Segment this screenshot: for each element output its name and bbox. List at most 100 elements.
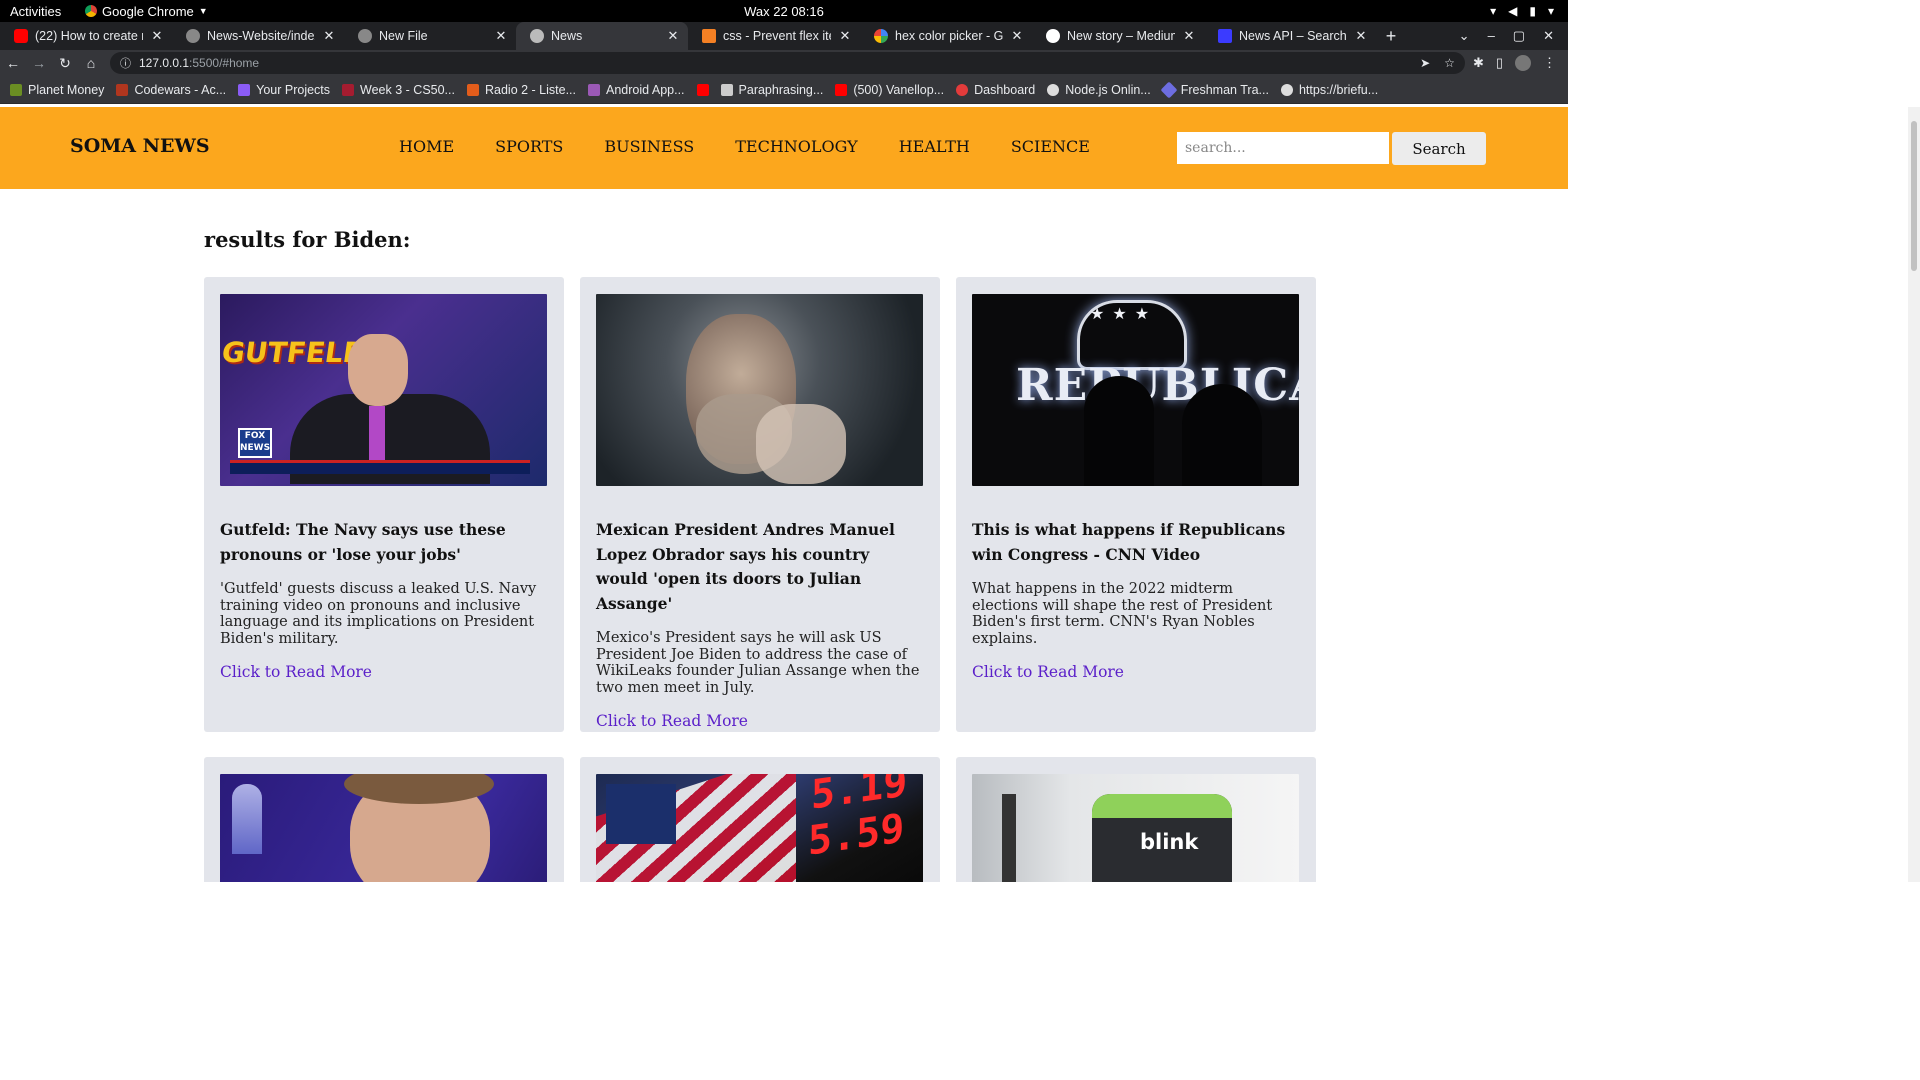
youtube-icon (14, 29, 28, 43)
article-image[interactable] (596, 294, 923, 486)
bookmark-item[interactable]: (500) Vanellop... (835, 83, 944, 97)
tab-title: News API – Search Ne (1239, 29, 1347, 43)
forward-icon[interactable]: → (26, 55, 52, 71)
home-icon[interactable]: ⌂ (78, 55, 104, 71)
bookmark-item[interactable] (696, 83, 709, 96)
avatar[interactable] (1515, 55, 1531, 71)
read-more-link[interactable]: Click to Read More (972, 663, 1124, 681)
tab-title: hex color picker - Goo (895, 29, 1003, 43)
activities-button[interactable]: Activities (0, 4, 85, 19)
article-card: GUTFELD! FOX NEWS Gutfeld: The Navy says… (204, 277, 564, 732)
tab-stackoverflow[interactable]: css - Prevent flex item ✕ (688, 22, 860, 50)
star-icon: ★★★ (1090, 304, 1158, 323)
articles-grid: GUTFELD! FOX NEWS Gutfeld: The Navy says… (204, 277, 1316, 882)
nav-technology[interactable]: TECHNOLOGY (735, 137, 857, 156)
stackoverflow-icon (702, 29, 716, 43)
bookmark-icon (116, 83, 129, 96)
article-card: Mexican President Andres Manuel Lopez Ob… (580, 277, 940, 732)
bookmark-item[interactable]: Android App... (588, 83, 685, 97)
tab-title: (22) How to create ne (35, 29, 143, 43)
globe-icon (1280, 83, 1293, 96)
bookmark-item[interactable]: Planet Money (10, 83, 104, 97)
nav-business[interactable]: BUSINESS (604, 137, 694, 156)
bookmark-item[interactable]: Dashboard (956, 83, 1035, 97)
address-bar[interactable]: ⓘ 127.0.0.1:5500/#home ➤ ☆ (110, 52, 1465, 74)
github-icon (358, 29, 372, 43)
tab-news[interactable]: News ✕ (516, 22, 688, 50)
bookmark-item[interactable]: Your Projects (238, 83, 330, 97)
site-logo[interactable]: SOMA NEWS (70, 135, 210, 157)
close-icon[interactable]: ✕ (666, 28, 680, 44)
article-image[interactable]: blink (972, 774, 1299, 882)
extensions-icon[interactable]: ✱ (1473, 55, 1484, 71)
close-window-icon[interactable]: ✕ (1543, 28, 1554, 44)
menu-icon[interactable]: ⋮ (1543, 55, 1556, 71)
article-title: Gutfeld: The Navy says use these pronoun… (220, 520, 506, 564)
tab-strip: (22) How to create ne ✕ News-Website/ind… (0, 22, 1568, 50)
nav-home[interactable]: HOME (399, 137, 454, 156)
page-scrollbar[interactable] (1908, 107, 1920, 882)
reload-icon[interactable]: ↻ (52, 55, 78, 72)
side-panel-icon[interactable]: ▯ (1496, 55, 1503, 71)
minimize-icon[interactable]: – (1488, 28, 1495, 44)
globe-icon (530, 29, 544, 43)
article-image[interactable]: ★★★ REPUBLICAN (972, 294, 1299, 486)
tab-newsapi[interactable]: News API – Search Ne ✕ (1204, 22, 1376, 50)
article-description: 'Gutfeld' guests discuss a leaked U.S. N… (220, 581, 537, 647)
read-more-link[interactable]: Click to Read More (220, 663, 372, 681)
bookmark-item[interactable]: https://briefu... (1280, 83, 1378, 97)
article-card: ★★★ REPUBLICAN This is what happens if R… (956, 277, 1316, 732)
close-icon[interactable]: ✕ (1010, 28, 1024, 44)
close-icon[interactable]: ✕ (838, 28, 852, 44)
nav-sports[interactable]: SPORTS (495, 137, 563, 156)
system-tray[interactable]: ▾ ◀ ▮ ▾ (1490, 4, 1568, 18)
article-image[interactable]: 5.19 5.59 (596, 774, 923, 882)
search-button[interactable]: Search (1392, 132, 1486, 165)
close-icon[interactable]: ✕ (494, 28, 508, 44)
star-icon[interactable]: ☆ (1444, 56, 1455, 70)
close-icon[interactable]: ✕ (150, 28, 164, 44)
send-icon[interactable]: ➤ (1420, 56, 1430, 70)
nav-health[interactable]: HEALTH (899, 137, 970, 156)
article-card: 5.19 5.59 (580, 757, 940, 882)
tab-google[interactable]: hex color picker - Goo ✕ (860, 22, 1032, 50)
bookmark-item[interactable]: Node.js Onlin... (1047, 83, 1151, 97)
bookmark-icon (588, 83, 600, 96)
battery-icon: ▮ (1529, 4, 1536, 18)
close-icon[interactable]: ✕ (322, 28, 336, 44)
read-more-link[interactable]: Click to Read More (596, 712, 748, 730)
article-description: Mexico's President says he will ask US P… (596, 630, 920, 696)
tab-search-icon[interactable]: ⌄ (1459, 28, 1470, 44)
tab-github-index[interactable]: News-Website/index. ✕ (172, 22, 344, 50)
youtube-icon (696, 83, 709, 96)
tab-youtube[interactable]: (22) How to create ne ✕ (0, 22, 172, 50)
scrollbar-thumb[interactable] (1911, 121, 1917, 271)
new-tab-button[interactable]: + (1376, 26, 1406, 47)
back-icon[interactable]: ← (0, 55, 26, 71)
tab-medium[interactable]: New story – Medium ✕ (1032, 22, 1204, 50)
close-icon[interactable]: ✕ (1354, 28, 1368, 44)
bookmark-icon (10, 83, 22, 96)
app-menu[interactable]: Google Chrome ▼ (85, 4, 208, 19)
nav-science[interactable]: SCIENCE (1011, 137, 1090, 156)
article-image[interactable] (220, 774, 547, 882)
bookmark-item[interactable]: Radio 2 - Liste... (466, 83, 576, 97)
bookmark-icon (466, 83, 479, 96)
info-icon[interactable]: ⓘ (120, 55, 131, 71)
article-title: Mexican President Andres Manuel Lopez Ob… (596, 520, 895, 613)
bookmark-item[interactable]: Codewars - Ac... (116, 83, 226, 97)
clock[interactable]: Wax 22 08:16 (0, 4, 1568, 19)
article-image[interactable]: GUTFELD! FOX NEWS (220, 294, 547, 486)
site-header: SOMA NEWS HOME SPORTS BUSINESS TECHNOLOG… (0, 107, 1568, 189)
maximize-icon[interactable]: ▢ (1513, 28, 1525, 44)
search-input[interactable] (1177, 132, 1389, 164)
bookmark-item[interactable]: Freshman Tra... (1160, 81, 1269, 98)
close-icon[interactable]: ✕ (1182, 28, 1196, 44)
medium-icon (1046, 29, 1060, 43)
wifi-icon: ▾ (1490, 4, 1497, 18)
os-top-bar: Activities Google Chrome ▼ Wax 22 08:16 … (0, 0, 1568, 22)
bookmark-item[interactable]: Week 3 - CS50... (342, 83, 455, 97)
bookmark-item[interactable]: Paraphrasing... (720, 83, 823, 97)
bookmark-icon (720, 83, 733, 96)
tab-new-file[interactable]: New File ✕ (344, 22, 516, 50)
